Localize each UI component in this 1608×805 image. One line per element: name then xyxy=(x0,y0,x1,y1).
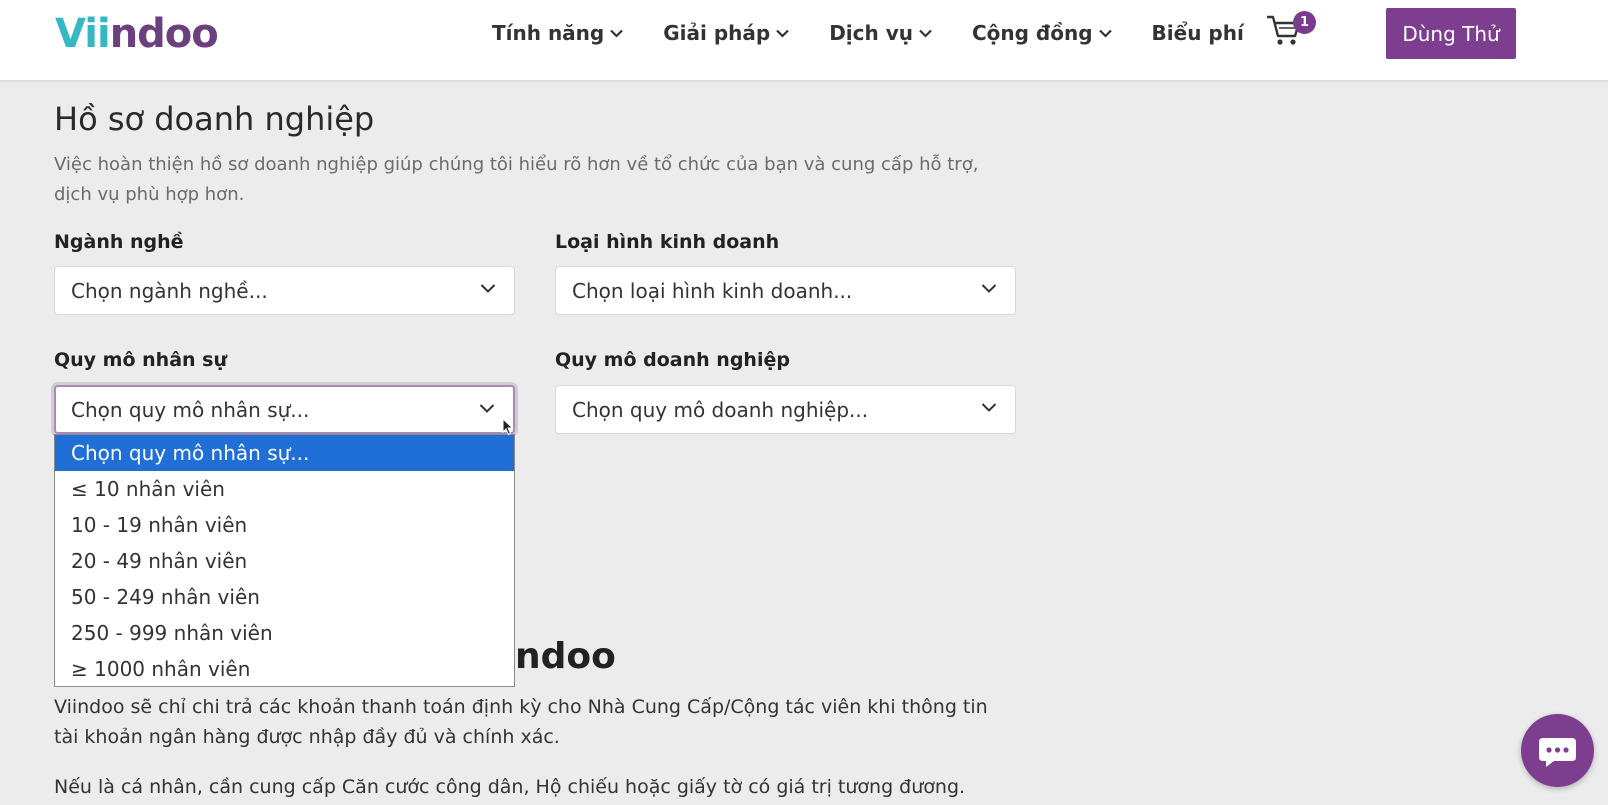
staff-size-select[interactable]: Chọn quy mô nhân sự... xyxy=(54,385,515,434)
chevron-down-icon xyxy=(1098,29,1112,38)
business-type-select-value: Chọn loại hình kinh doanh... xyxy=(572,278,853,303)
company-size-label: Quy mô doanh nghiệp xyxy=(555,349,790,371)
main-nav: Tính năng Giải pháp Dịch vụ Cộng đồng Bi… xyxy=(492,18,1284,48)
company-size-select[interactable]: Chọn quy mô doanh nghiệp... xyxy=(555,385,1016,434)
nav-item-solutions[interactable]: Giải pháp xyxy=(663,18,789,48)
live-chat-button[interactable] xyxy=(1521,714,1594,787)
dropdown-option[interactable]: 50 - 249 nhân viên xyxy=(55,579,514,615)
payment-paragraph-1: Viindoo sẽ chỉ chi trả các khoản thanh t… xyxy=(54,696,988,748)
chevron-down-icon xyxy=(776,29,789,38)
chevron-down-icon xyxy=(479,404,495,413)
cart-count-badge: 1 xyxy=(1293,11,1316,34)
payment-paragraph-2: Nếu là cá nhân, cần cung cấp Căn cước cô… xyxy=(54,776,966,798)
business-type-select[interactable]: Chọn loại hình kinh doanh... xyxy=(555,266,1016,315)
nav-item-services[interactable]: Dịch vụ xyxy=(829,18,932,48)
dropdown-option[interactable]: 250 - 999 nhân viên xyxy=(55,615,514,651)
staff-size-label: Quy mô nhân sự xyxy=(54,349,227,371)
dropdown-option[interactable]: Chọn quy mô nhân sự... xyxy=(55,435,514,471)
nav-item-label: Dịch vụ xyxy=(829,21,913,45)
company-size-select-value: Chọn quy mô doanh nghiệp... xyxy=(572,397,869,422)
industry-select-value: Chọn ngành nghề... xyxy=(71,278,268,303)
nav-item-label: Biểu phí xyxy=(1151,21,1244,45)
nav-item-label: Giải pháp xyxy=(663,21,771,45)
nav-item-features[interactable]: Tính năng xyxy=(492,18,624,48)
nav-item-label: Tính năng xyxy=(492,21,605,45)
page-title: Hồ sơ doanh nghiệp xyxy=(54,100,375,138)
page-description: Việc hoàn thiện hồ sơ doanh nghiệp giúp … xyxy=(54,154,979,205)
dropdown-option[interactable]: 20 - 49 nhân viên xyxy=(55,543,514,579)
payment-section-title: ndoo xyxy=(515,636,616,677)
staff-size-select-value: Chọn quy mô nhân sự... xyxy=(71,397,310,422)
chevron-down-icon xyxy=(981,403,997,412)
chevron-down-icon xyxy=(610,29,624,38)
try-now-button[interactable]: Dùng Thử xyxy=(1386,8,1516,59)
logo-text-part2: ndoo xyxy=(109,11,219,57)
mouse-cursor-icon xyxy=(502,418,514,436)
dropdown-option[interactable]: ≥ 1000 nhân viên xyxy=(55,651,514,687)
top-navigation-bar: Viindoo Tính năng Giải pháp Dịch vụ Cộng… xyxy=(0,0,1608,81)
chat-bubble-icon xyxy=(1539,738,1576,767)
chevron-down-icon xyxy=(480,284,496,293)
viindoo-logo[interactable]: Viindoo xyxy=(55,10,219,58)
chevron-down-icon xyxy=(919,29,932,38)
dropdown-option[interactable]: ≤ 10 nhân viên xyxy=(55,471,514,507)
industry-select[interactable]: Chọn ngành nghề... xyxy=(54,266,515,315)
nav-item-community[interactable]: Cộng đồng xyxy=(972,18,1112,48)
dropdown-option[interactable]: 10 - 19 nhân viên xyxy=(55,507,514,543)
chevron-down-icon xyxy=(981,284,997,293)
business-type-label: Loại hình kinh doanh xyxy=(555,231,780,253)
logo-text-part1: Vii xyxy=(55,11,111,57)
staff-size-dropdown-list: Chọn quy mô nhân sự... ≤ 10 nhân viên 10… xyxy=(54,434,515,687)
industry-label: Ngành nghề xyxy=(54,231,184,253)
nav-item-label: Cộng đồng xyxy=(971,21,1093,45)
nav-item-pricing[interactable]: Biểu phí xyxy=(1152,18,1244,48)
